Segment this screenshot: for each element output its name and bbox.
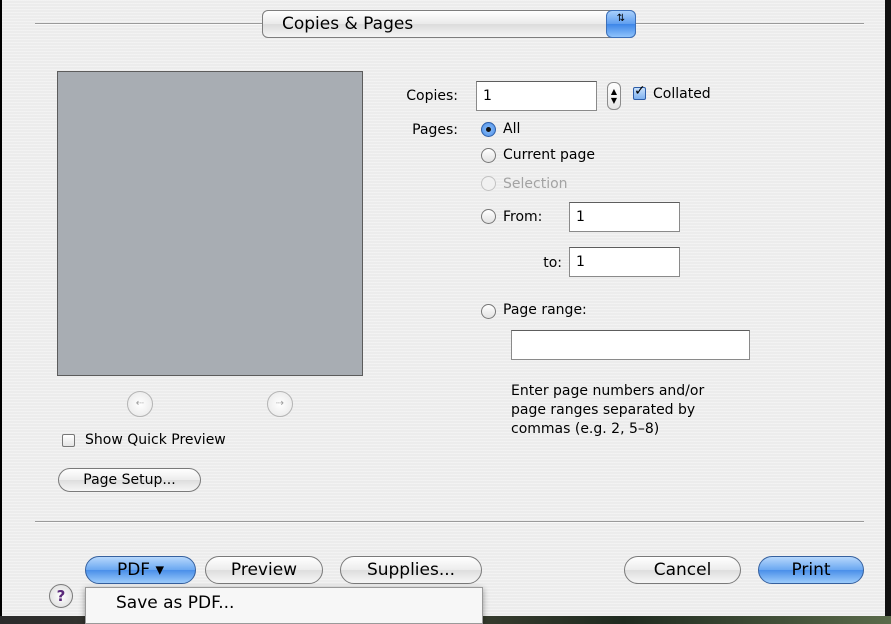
pages-to-field[interactable]: 1	[569, 247, 680, 277]
collated-checkbox[interactable]	[633, 83, 646, 100]
pages-range-label: Page range:	[503, 302, 587, 318]
pages-from-label: From:	[503, 209, 543, 225]
previous-page-icon[interactable]: ⇠	[127, 391, 153, 417]
pdf-dropdown-menu: Save as PDF...	[85, 587, 483, 624]
collated-label: Collated	[653, 86, 711, 102]
header-separator-left	[35, 23, 262, 25]
copies-field[interactable]: 1	[476, 81, 597, 111]
page-range-hint-line1: Enter page numbers and/or	[511, 383, 705, 399]
next-page-icon[interactable]: ⇢	[267, 391, 293, 417]
page-range-field[interactable]	[511, 330, 750, 360]
page-setup-button[interactable]: Page Setup...	[58, 468, 201, 492]
pages-to-label: to:	[543, 255, 562, 271]
pages-from-radio[interactable]	[481, 209, 496, 224]
page-range-hint-line2: page ranges separated by	[511, 402, 696, 418]
pages-label: Pages:	[412, 122, 458, 138]
copies-stepper[interactable]: ▲ ▼	[607, 82, 621, 110]
panel-select-popup[interactable]: Copies & Pages ⇅	[262, 10, 636, 38]
popup-arrows-icon: ⇅	[606, 10, 636, 38]
pages-all-radio[interactable]	[481, 122, 496, 137]
print-preview-area	[57, 71, 363, 376]
window-edge	[885, 0, 891, 616]
help-button[interactable]: ?	[49, 584, 73, 608]
header-separator-right	[636, 23, 864, 25]
pages-selection-label: Selection	[503, 176, 568, 192]
supplies-button[interactable]: Supplies...	[340, 556, 482, 584]
pages-selection-radio	[481, 176, 496, 191]
show-quick-preview-checkbox[interactable]	[62, 434, 75, 447]
print-button[interactable]: Print	[758, 556, 864, 584]
show-quick-preview-label: Show Quick Preview	[85, 432, 226, 448]
panel-select-label: Copies & Pages	[282, 14, 414, 34]
pages-from-field[interactable]: 1	[569, 202, 680, 232]
pages-current-label: Current page	[503, 147, 595, 163]
cancel-button[interactable]: Cancel	[624, 556, 741, 584]
save-as-pdf-menu-item[interactable]: Save as PDF...	[116, 593, 234, 613]
footer-separator	[35, 521, 864, 523]
pages-current-radio[interactable]	[481, 148, 496, 163]
pages-all-label: All	[503, 121, 521, 137]
copies-label: Copies:	[406, 88, 458, 104]
page-range-hint-line3: commas (e.g. 2, 5–8)	[511, 421, 660, 437]
preview-button[interactable]: Preview	[205, 556, 323, 584]
pdf-menu-button[interactable]: PDF ▾	[85, 556, 196, 584]
pages-range-radio[interactable]	[481, 304, 496, 319]
